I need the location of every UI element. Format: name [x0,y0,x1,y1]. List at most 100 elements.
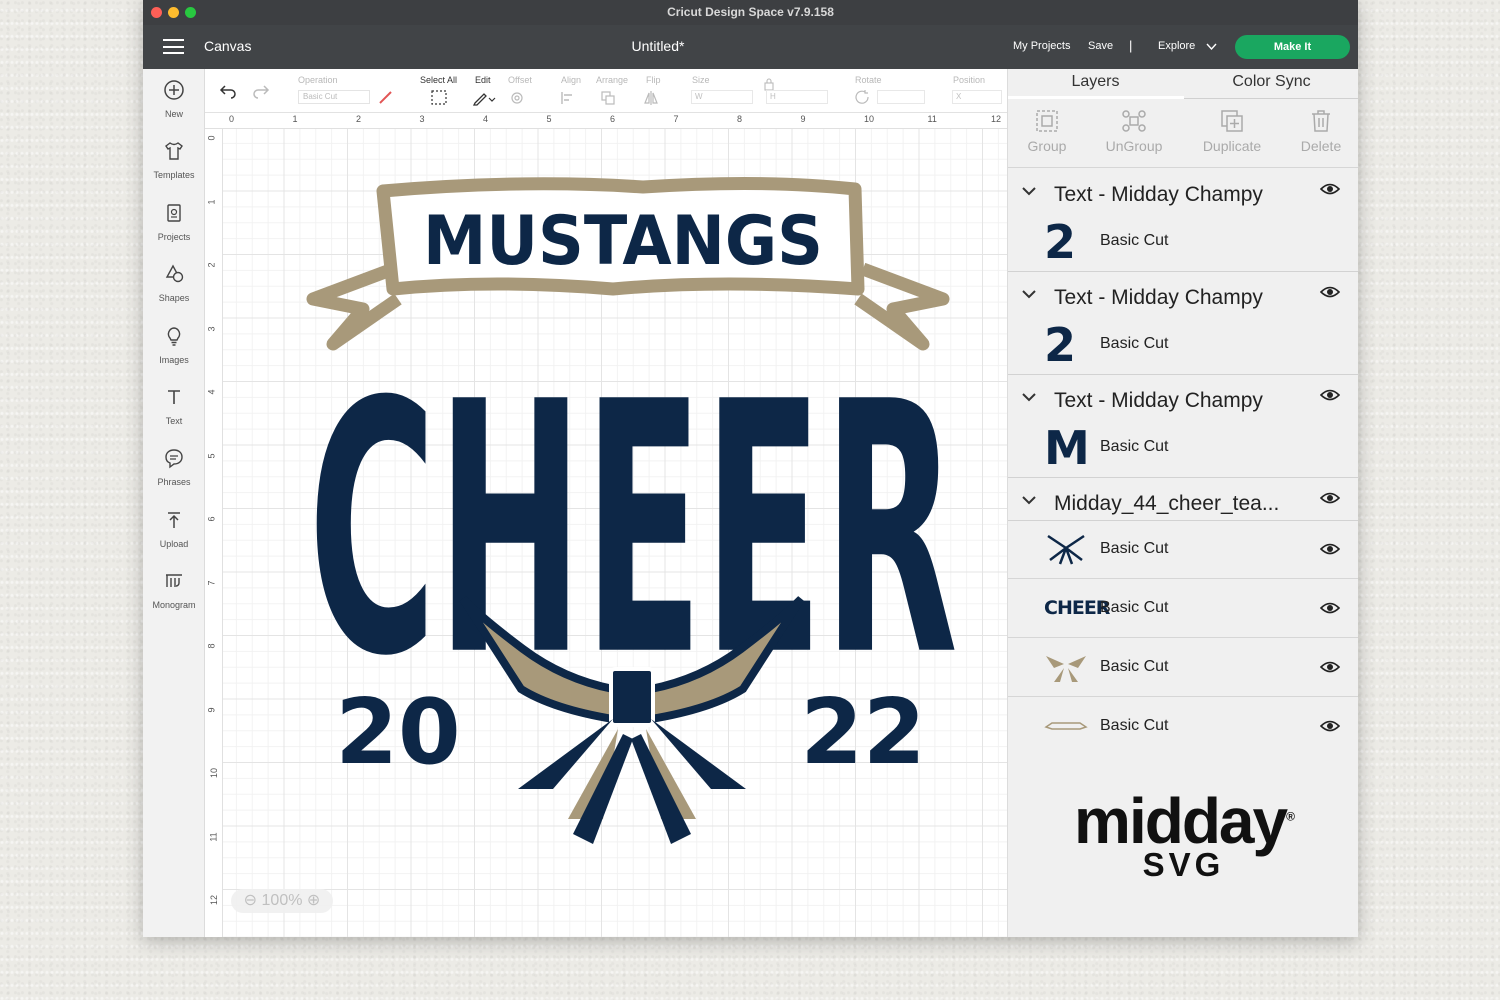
chevron-down-icon[interactable] [1206,43,1217,51]
ruler-tick-label: 3 [419,114,425,124]
ruler-tick-label: 10 [209,767,220,779]
group-button[interactable]: Group [1002,108,1092,154]
redo-icon[interactable] [252,83,270,99]
duplicate-button[interactable]: Duplicate [1187,108,1277,154]
layer-group-title[interactable]: Text - Midday Champy [1054,183,1263,207]
arrange-icon[interactable] [600,89,624,106]
edit-pencil-icon[interactable] [472,89,496,106]
left-sidebar: New Templates Projects Shapes Images Tex… [143,69,205,937]
eye-icon[interactable] [1320,182,1340,196]
banner-thumbnail [1044,722,1088,730]
eye-icon[interactable] [1320,719,1340,733]
layer-row[interactable]: CHEER Basic Cut [1008,579,1358,638]
select-all-icon[interactable] [430,89,448,106]
delete-button[interactable]: Delete [1276,108,1358,154]
layer-group-title[interactable]: Text - Midday Champy [1054,286,1263,310]
ruler-tick-label: 4 [206,389,217,395]
tab-color-sync[interactable]: Color Sync [1184,73,1358,91]
sidebar-item-upload[interactable]: Upload [143,509,205,552]
align-icon[interactable] [559,89,583,106]
zoom-out-icon[interactable]: ⊖ [244,892,257,909]
explore-menu[interactable]: Explore [1158,40,1195,52]
undo-icon[interactable] [219,83,237,99]
rotate-field[interactable] [877,90,925,104]
height-field[interactable]: H [766,90,828,104]
cheer-design[interactable]: MUSTANGS CHEER 20 22 [223,129,1007,937]
tab-layers[interactable]: Layers [1008,73,1183,91]
make-it-button[interactable]: Make It [1235,35,1350,59]
speech-bubble-icon [165,449,183,469]
save-button[interactable]: Save [1088,40,1113,52]
layer-operation: Basic Cut [1100,438,1169,455]
width-field[interactable]: W [691,90,753,104]
zoom-window-button[interactable] [185,7,196,18]
layer-thumbnail: 2 [1044,318,1077,372]
sidebar-item-new[interactable]: New [143,79,205,122]
ruler-tick-label: 7 [206,579,217,586]
eye-icon[interactable] [1320,542,1340,556]
zoom-control[interactable]: ⊖ 100% ⊕ [231,889,333,913]
layer-operation: Basic Cut [1100,335,1169,352]
layer-row[interactable]: Basic Cut [1008,638,1358,697]
layer-row[interactable]: Basic Cut [1008,520,1358,579]
bow-navy-thumbnail [1047,534,1085,565]
sidebar-item-templates[interactable]: Templates [143,140,205,183]
close-window-button[interactable] [151,7,162,18]
minimize-window-button[interactable] [168,7,179,18]
operation-select[interactable]: Basic Cut [298,90,370,104]
duplicate-icon [1221,110,1243,132]
ruler-tick-label: 9 [800,114,806,124]
eye-icon[interactable] [1320,388,1340,402]
edit-label: Edit [475,75,491,85]
layer-group-title[interactable]: Text - Midday Champy [1054,389,1263,413]
eye-icon[interactable] [1320,601,1340,615]
chevron-down-icon[interactable] [1022,289,1036,299]
layer-group-title[interactable]: Midday_44_cheer_tea... [1054,492,1279,516]
sidebar-item-monogram[interactable]: Monogram [143,570,205,613]
sidebar-item-images[interactable]: Images [143,325,205,368]
layer-row[interactable]: Basic Cut [1008,697,1358,756]
flip-icon[interactable] [643,89,667,106]
group-label: Group [1027,138,1067,154]
sidebar-item-shapes[interactable]: Shapes [143,263,205,306]
sidebar-item-text[interactable]: Text [143,386,205,429]
select-all-label: Select All [420,75,458,85]
banner-text: MUSTANGS [423,202,823,281]
layer-group[interactable]: Text - Midday Champy M Basic Cut [1008,376,1358,478]
layer-thumbnail: 2 [1044,215,1077,269]
offset-icon[interactable] [509,89,533,106]
design-canvas[interactable]: MUSTANGS CHEER 20 22 ⊖ 100% ⊕ [223,129,1007,937]
lock-icon[interactable] [763,77,775,91]
layer-group[interactable]: Midday_44_cheer_tea... [1008,479,1358,521]
panel-tabs: Layers Color Sync [1008,69,1358,99]
eye-icon[interactable] [1320,285,1340,299]
watermark-sub: SVG [1142,846,1225,883]
chevron-down-icon[interactable] [1022,186,1036,196]
ungroup-label: UnGroup [1105,138,1163,154]
sidebar-item-label: Shapes [158,293,190,303]
chevron-down-icon[interactable] [1022,495,1036,505]
sidebar-item-projects[interactable]: Projects [143,202,205,245]
year-right-text: 22 [800,680,925,785]
eye-icon[interactable] [1320,491,1340,505]
ruler-tick-label: 4 [483,114,489,124]
eye-icon[interactable] [1320,660,1340,674]
layer-thumbnail: M [1044,421,1090,475]
my-projects-link[interactable]: My Projects [1013,40,1070,52]
sidebar-item-phrases[interactable]: Phrases [143,447,205,490]
chevron-down-icon[interactable] [1022,392,1036,402]
flip-label: Flip [646,75,661,85]
position-x-field[interactable]: X [952,90,1002,104]
pen-color-icon[interactable] [378,89,394,105]
layer-group[interactable]: Text - Midday Champy 2 Basic Cut [1008,170,1358,272]
title-bar: Cricut Design Space v7.9.158 [143,0,1358,25]
operation-label: Operation [298,75,338,85]
zoom-in-icon[interactable]: ⊕ [307,892,320,909]
ruler-tick-label: 6 [206,516,217,522]
layer-group[interactable]: Text - Midday Champy 2 Basic Cut [1008,273,1358,375]
midday-svg-watermark: midday® SVG [1008,784,1358,884]
ungroup-button[interactable]: UnGroup [1089,108,1179,154]
upload-icon [168,512,180,528]
ruler-tick-label: 11 [208,831,219,842]
rotate-icon[interactable] [854,89,872,106]
